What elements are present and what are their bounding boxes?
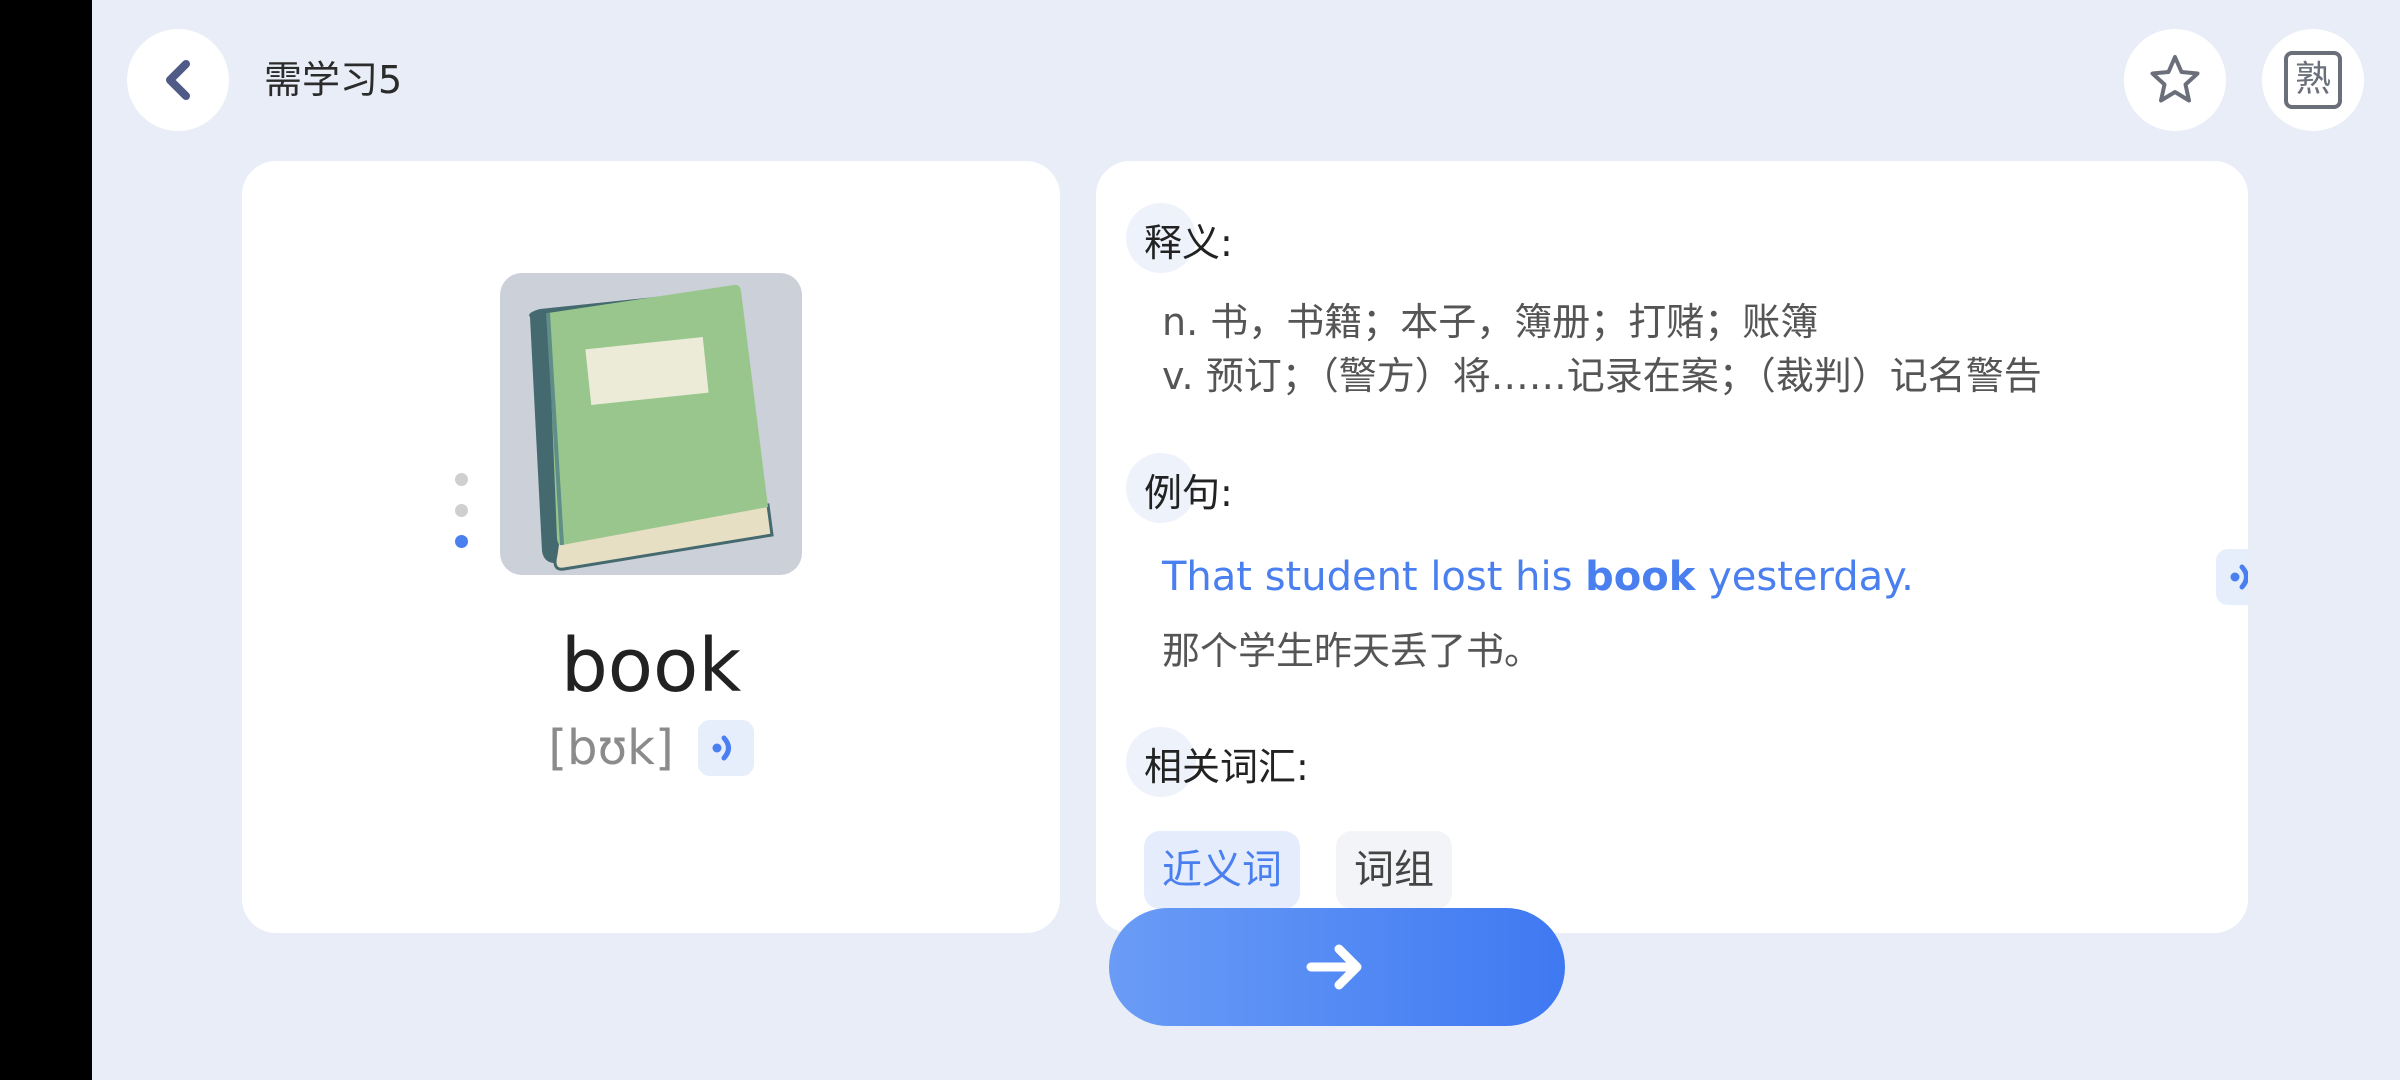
mark-familiar-button[interactable]: 熟 xyxy=(2262,29,2364,131)
word-text: book xyxy=(560,623,742,709)
word-audio-button[interactable] xyxy=(697,720,754,776)
familiar-label: 熟 xyxy=(2294,59,2331,100)
pager-dot-active[interactable] xyxy=(454,535,468,548)
image-pager-dots[interactable] xyxy=(453,473,469,566)
page-title: 需学习5 xyxy=(264,58,403,102)
speaker-icon xyxy=(712,735,731,761)
example-audio-button[interactable] xyxy=(2216,549,2248,605)
example-translation: 那个学生昨天丢了书。 xyxy=(1162,629,1543,673)
app-screen: 需学习5 熟 book [bʊk] 释义: n. 书，书籍；本子，簿册；打赌；账… xyxy=(92,0,2400,1080)
definition-verb: v. 预订；（警方）将……记录在案；（裁判）记名警告 xyxy=(1162,354,2042,398)
phonetic-row: [bʊk] xyxy=(242,716,1060,780)
pager-dot[interactable] xyxy=(454,504,468,517)
next-button[interactable] xyxy=(1109,908,1565,1026)
tab-synonyms[interactable]: 近义词 xyxy=(1144,831,1300,909)
pager-dot[interactable] xyxy=(454,473,468,486)
chevron-left-icon xyxy=(166,60,190,100)
tab-phrases[interactable]: 词组 xyxy=(1336,831,1452,909)
definition-heading: 释义: xyxy=(1126,203,1233,273)
star-icon xyxy=(2150,55,2200,103)
example-keyword: book xyxy=(1585,554,1696,600)
related-heading: 相关词汇: xyxy=(1126,727,1309,797)
definition-noun: n. 书，书籍；本子，簿册；打赌；账簿 xyxy=(1162,300,1819,344)
word-detail-card: 释义: n. 书，书籍；本子，簿册；打赌；账簿 v. 预订；（警方）将……记录在… xyxy=(1096,161,2248,933)
phonetic-text: [bʊk] xyxy=(548,720,674,776)
arrow-right-icon xyxy=(1306,944,1362,990)
speaker-icon xyxy=(2230,564,2248,590)
word-image xyxy=(500,273,802,575)
favorite-button[interactable] xyxy=(2124,29,2226,131)
familiar-icon: 熟 xyxy=(2284,51,2342,109)
example-heading: 例句: xyxy=(1126,453,1233,523)
back-button[interactable] xyxy=(127,29,229,131)
word-card: book [bʊk] xyxy=(242,161,1060,933)
book-illustration-icon xyxy=(529,284,774,571)
example-sentence: That student lost his book yesterday. xyxy=(1162,554,1914,600)
